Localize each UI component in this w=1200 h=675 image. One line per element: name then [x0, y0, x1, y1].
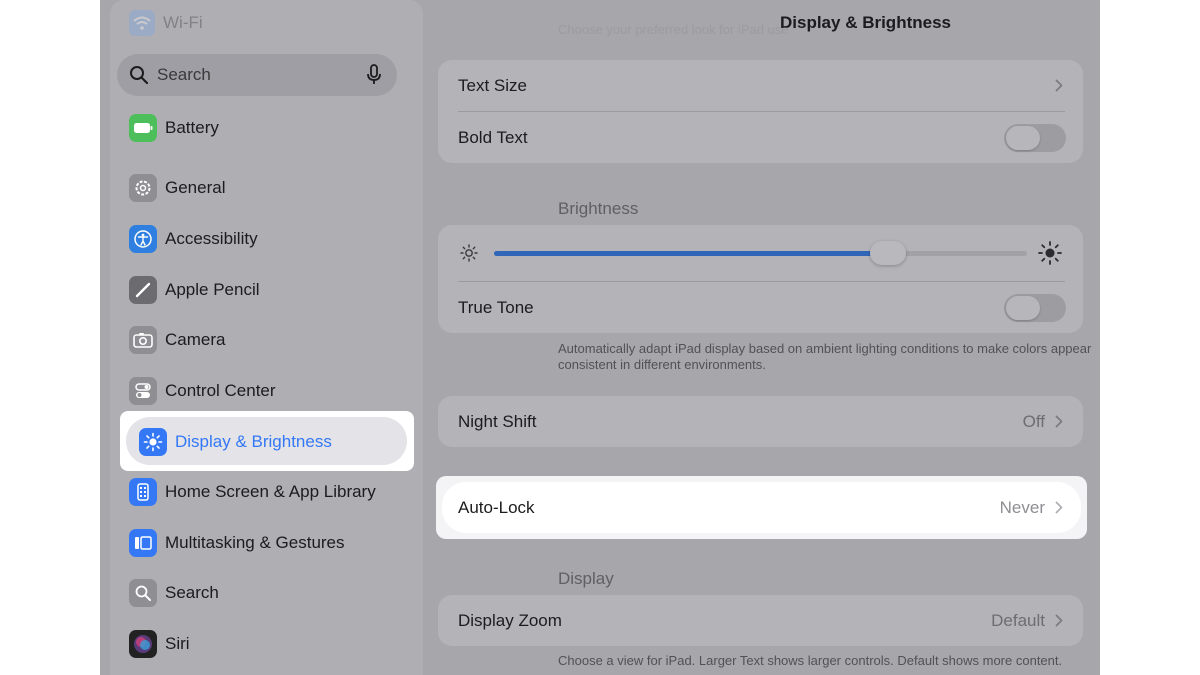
- sidebar-item-wifi[interactable]: Wi-Fi: [129, 10, 203, 36]
- sidebar-item-label: Multitasking & Gestures: [165, 533, 345, 552]
- display-zoom-label: Display Zoom: [458, 610, 562, 630]
- night-shift-row[interactable]: Night Shift Off: [438, 396, 1083, 447]
- brightness-slider-thumb[interactable]: [870, 241, 907, 265]
- sidebar-item-label: Display & Brightness: [175, 432, 332, 451]
- text-size-label: Text Size: [458, 75, 527, 95]
- sidebar-item-siri[interactable]: Siri: [129, 627, 190, 661]
- sidebar-item-label: Camera: [165, 330, 226, 349]
- sidebar-item-label: General: [165, 178, 226, 197]
- display-section-header: Display: [558, 569, 614, 588]
- sidebar-item-display-brightness-content[interactable]: Display & Brightness: [139, 427, 332, 457]
- sidebar-item-apple-pencil[interactable]: Apple Pencil: [129, 273, 260, 307]
- toggle-knob: [1006, 295, 1040, 320]
- sidebar-item-accessibility[interactable]: Accessibility: [129, 222, 258, 256]
- sidebar-item-label: Siri: [165, 634, 190, 653]
- sidebar-item-control-center[interactable]: Control Center: [129, 374, 276, 408]
- auto-lock-value: Never: [999, 497, 1045, 517]
- pencil-icon: [129, 276, 157, 304]
- sidebar-item-camera[interactable]: Camera: [129, 323, 225, 357]
- bold-text-toggle[interactable]: [1004, 123, 1066, 152]
- display-zoom-value: Default: [991, 610, 1045, 630]
- brightness-slider-fill: [494, 251, 889, 256]
- sun-small-icon: [460, 244, 478, 262]
- night-shift-label: Night Shift: [458, 411, 537, 431]
- sidebar-item-general[interactable]: General: [129, 171, 225, 205]
- search-icon: [130, 66, 149, 85]
- auto-lock-row[interactable]: Auto-Lock Never: [442, 482, 1081, 533]
- sun-icon: [139, 428, 167, 456]
- accessibility-icon: [129, 225, 157, 253]
- faded-appearance-caption: Choose your preferred look for iPad use: [558, 22, 789, 37]
- chevron-right-icon: [1055, 79, 1063, 92]
- text-size-row[interactable]: Text Size: [438, 60, 1083, 111]
- chevron-right-icon: [1055, 614, 1063, 627]
- sidebar-item-label: Wi-Fi: [163, 13, 203, 32]
- wifi-icon: [129, 10, 155, 36]
- true-tone-label: True Tone: [458, 297, 534, 317]
- night-shift-value: Off: [1022, 411, 1045, 431]
- battery-icon: [129, 114, 157, 142]
- sidebar-item-label: Search: [165, 583, 219, 602]
- bold-text-row: Bold Text: [438, 112, 1083, 163]
- sidebar-item-home-screen[interactable]: Home Screen & App Library: [129, 475, 376, 509]
- toggles-icon: [129, 377, 157, 405]
- sidebar-item-label: Control Center: [165, 381, 276, 400]
- siri-icon: [129, 630, 157, 658]
- home-screen-icon: [129, 478, 157, 506]
- multitasking-icon: [129, 529, 157, 557]
- night-shift-group: Night Shift Off: [438, 396, 1083, 447]
- true-tone-toggle[interactable]: [1004, 293, 1066, 322]
- auto-lock-label: Auto-Lock: [458, 497, 535, 517]
- sun-large-icon: [1038, 241, 1062, 265]
- camera-icon: [129, 326, 157, 354]
- sidebar-item-label: Accessibility: [165, 229, 258, 248]
- chevron-right-icon: [1055, 501, 1063, 514]
- display-zoom-row[interactable]: Display Zoom Default: [438, 595, 1083, 646]
- chevron-right-icon: [1055, 415, 1063, 428]
- sidebar-item-search[interactable]: Search: [129, 576, 219, 610]
- microphone-icon[interactable]: [365, 64, 383, 86]
- sidebar-item-battery[interactable]: Battery: [129, 111, 219, 145]
- sidebar-item-label: Apple Pencil: [165, 280, 260, 299]
- search-placeholder: Search: [157, 65, 211, 84]
- settings-screen: Wi-Fi Search Battery General Accessibili…: [100, 0, 1100, 675]
- brightness-section-header: Brightness: [558, 199, 639, 218]
- true-tone-footnote: Automatically adapt iPad display based o…: [558, 341, 1092, 372]
- toggle-knob: [1006, 125, 1040, 150]
- display-zoom-footnote: Choose a view for iPad. Larger Text show…: [558, 653, 1063, 668]
- bold-text-label: Bold Text: [458, 127, 528, 147]
- search-icon: [129, 579, 157, 607]
- search-field[interactable]: Search: [117, 54, 397, 96]
- text-settings-group: Text Size Bold Text: [438, 60, 1083, 163]
- sidebar-item-label: Battery: [165, 118, 219, 137]
- gear-icon: [129, 174, 157, 202]
- brightness-group: True Tone: [438, 225, 1083, 333]
- sidebar-item-label: Home Screen & App Library: [165, 482, 376, 501]
- display-group: Display Zoom Default: [438, 595, 1083, 646]
- true-tone-row: True Tone: [438, 282, 1083, 333]
- sidebar-item-multitasking[interactable]: Multitasking & Gestures: [129, 526, 345, 560]
